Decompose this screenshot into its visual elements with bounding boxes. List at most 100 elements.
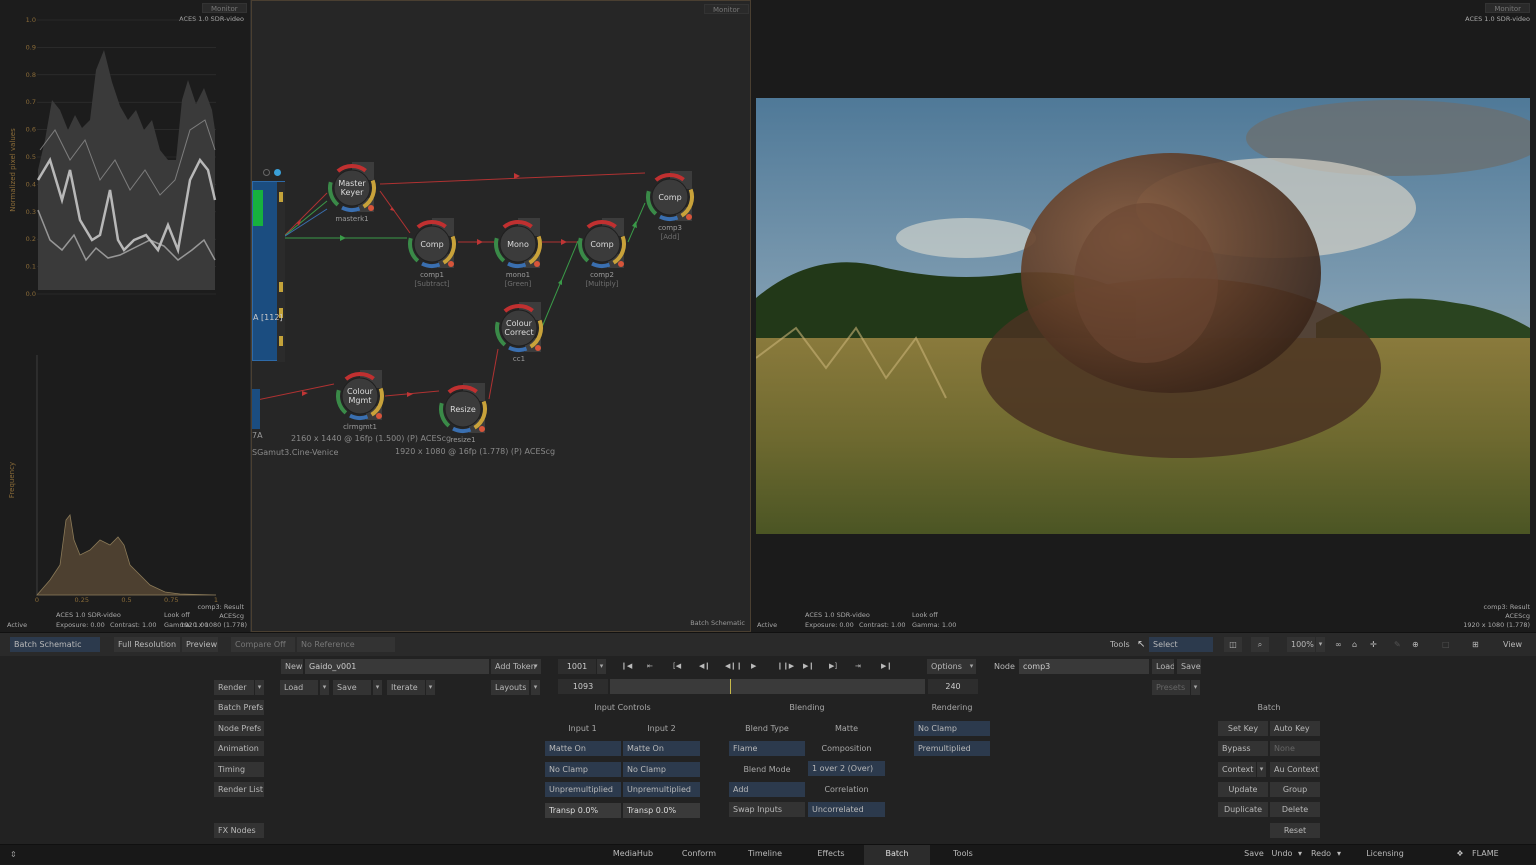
tab-conform[interactable]: Conform xyxy=(666,845,732,865)
set-key-button[interactable]: Set Key xyxy=(1218,721,1268,736)
split-view-icon[interactable]: ◫ xyxy=(1224,637,1242,652)
input1-matte-on[interactable]: Matte On xyxy=(545,741,621,756)
view-menu[interactable]: View xyxy=(1499,637,1526,652)
menu-animation[interactable]: Animation xyxy=(214,741,264,756)
batch-schematic[interactable]: Monitor A [112] 7A SGamut3.Cine-Venice 2… xyxy=(251,0,751,632)
redo-dropdown-icon[interactable]: ▾ xyxy=(1335,845,1343,865)
delete-button[interactable]: Delete xyxy=(1270,802,1320,817)
blend-mode-add[interactable]: Add xyxy=(729,782,805,797)
clip-node[interactable]: A [112] xyxy=(252,181,285,362)
node-cc1[interactable]: Colour Correct xyxy=(493,302,545,354)
layer-icon[interactable]: □ xyxy=(1438,637,1454,652)
compare-button[interactable]: Compare Off xyxy=(231,637,295,652)
presets-button[interactable]: Presets xyxy=(1152,680,1190,695)
tab-timeline[interactable]: Timeline xyxy=(732,845,798,865)
pen-icon[interactable]: ✎ xyxy=(1390,637,1405,652)
zoom-field[interactable]: 100% xyxy=(1287,637,1315,652)
pan-icon[interactable]: ✛ xyxy=(1366,637,1381,652)
node-clrmgmt1[interactable]: Colour Mgmt xyxy=(334,370,386,422)
zoom-dropdown-icon[interactable]: ▾ xyxy=(1316,637,1325,652)
menu-render-list[interactable]: Render List xyxy=(214,782,264,797)
render-button[interactable]: Render xyxy=(214,680,254,695)
select-tool[interactable]: Select xyxy=(1149,637,1213,652)
node-masterk1[interactable]: Master Keyer xyxy=(326,162,378,214)
menu-node-prefs[interactable]: Node Prefs xyxy=(214,720,264,736)
step-back-icon[interactable]: ◀❙ xyxy=(695,659,714,674)
step-forward-icon[interactable]: ▶❙ xyxy=(799,659,818,674)
layouts-button[interactable]: Layouts xyxy=(491,680,529,695)
play-forward-icon[interactable]: ❙❙▶ xyxy=(773,659,798,674)
iterate-dropdown-icon[interactable]: ▾ xyxy=(426,680,435,695)
composition-over[interactable]: 1 over 2 (Over) xyxy=(808,761,885,776)
licensing-button[interactable]: Licensing xyxy=(1366,845,1404,865)
swap-inputs-button[interactable]: Swap Inputs xyxy=(729,802,805,817)
tab-mediahub[interactable]: MediaHub xyxy=(600,845,666,865)
viewer-monitor-selector[interactable]: Monitor xyxy=(1485,3,1530,13)
reset-button[interactable]: Reset xyxy=(1270,823,1320,838)
node-name-field[interactable]: comp3 xyxy=(1019,659,1149,674)
tab-batch[interactable]: Batch xyxy=(864,845,930,865)
node-comp3[interactable]: Comp xyxy=(644,171,696,223)
input1-unpremultiplied[interactable]: Unpremultiplied xyxy=(545,782,621,797)
update-button[interactable]: Update xyxy=(1218,782,1268,797)
search-icon[interactable]: ⌕ xyxy=(1251,637,1269,652)
auto-key-button[interactable]: Auto Key xyxy=(1270,721,1320,736)
home-icon[interactable]: ⌂ xyxy=(1348,637,1361,652)
timeline-scrubber[interactable] xyxy=(610,679,925,694)
context-dropdown-icon[interactable]: ▾ xyxy=(1257,762,1266,777)
in-point-icon[interactable]: [◀ xyxy=(669,659,685,674)
presets-dropdown-icon[interactable]: ▾ xyxy=(1191,680,1200,695)
out-point-icon[interactable]: ▶] xyxy=(825,659,841,674)
undo-button[interactable]: Undo xyxy=(1270,845,1294,865)
bypass-value[interactable]: None xyxy=(1270,741,1320,756)
input2-transp-0-0-[interactable]: Transp 0.0% xyxy=(623,802,700,818)
save-tab-button[interactable]: Save xyxy=(1243,845,1265,865)
menu-batch-prefs[interactable]: Batch Prefs xyxy=(214,700,264,715)
play-back-icon[interactable]: ◀❙❙ xyxy=(721,659,746,674)
first-frame-icon[interactable]: ❙◀ xyxy=(617,659,636,674)
context-button[interactable]: Context xyxy=(1218,762,1256,777)
preview-button[interactable]: Preview xyxy=(182,637,218,652)
link-icon[interactable]: ∞ xyxy=(1331,637,1346,652)
new-setup-button[interactable]: New xyxy=(281,659,303,674)
view-mode-batch-schematic[interactable]: Batch Schematic xyxy=(10,637,100,652)
tab-tools[interactable]: Tools xyxy=(930,845,996,865)
premultiplied-toggle[interactable]: Premultiplied xyxy=(914,741,990,756)
frame-dropdown-icon[interactable]: ▾ xyxy=(597,659,606,674)
node-save-button[interactable]: Save xyxy=(1177,659,1201,674)
fx-nodes-button[interactable]: FX Nodes xyxy=(214,823,264,838)
blend-type-flame[interactable]: Flame xyxy=(729,741,805,756)
play-icon[interactable]: ▶ xyxy=(747,659,760,674)
layouts-dropdown-icon[interactable]: ▾ xyxy=(531,680,540,695)
undo-dropdown-icon[interactable]: ▾ xyxy=(1296,845,1304,865)
expand-icon[interactable]: ⇕ xyxy=(10,850,17,859)
redo-button[interactable]: Redo xyxy=(1310,845,1332,865)
input2-no-clamp[interactable]: No Clamp xyxy=(623,761,700,777)
input2-unpremultiplied[interactable]: Unpremultiplied xyxy=(623,782,700,797)
node-comp1[interactable]: Comp xyxy=(406,218,458,270)
full-resolution-button[interactable]: Full Resolution xyxy=(114,637,180,652)
node-resize1[interactable]: Resize xyxy=(437,383,489,435)
setup-name-field[interactable]: Gaido_v001 xyxy=(305,659,489,674)
last-frame-icon[interactable]: ▶❙ xyxy=(877,659,896,674)
load-dropdown-icon[interactable]: ▾ xyxy=(320,680,329,695)
duplicate-button[interactable]: Duplicate xyxy=(1218,802,1268,817)
clip-node-2[interactable] xyxy=(252,389,260,429)
prev-key-icon[interactable]: ⇤ xyxy=(643,659,657,674)
node-load-button[interactable]: Load xyxy=(1152,659,1174,674)
end-frame-field[interactable]: 240 xyxy=(928,679,978,694)
node-mono1[interactable]: Mono xyxy=(492,218,544,270)
menu-timing[interactable]: Timing xyxy=(214,761,264,777)
options-button[interactable]: Options xyxy=(927,659,967,674)
save-dropdown-icon[interactable]: ▾ xyxy=(373,680,382,695)
target-icon[interactable]: ⊕ xyxy=(1408,637,1423,652)
next-key-icon[interactable]: ⇥ xyxy=(851,659,865,674)
no-clamp-toggle[interactable]: No Clamp xyxy=(914,721,990,736)
input1-no-clamp[interactable]: No Clamp xyxy=(545,761,621,777)
load-button[interactable]: Load xyxy=(280,680,318,695)
iterate-button[interactable]: Iterate xyxy=(387,680,425,695)
bypass-button[interactable]: Bypass xyxy=(1218,741,1268,756)
playhead[interactable] xyxy=(730,679,731,694)
tab-effects[interactable]: Effects xyxy=(798,845,864,865)
input1-transp-0-0-[interactable]: Transp 0.0% xyxy=(545,802,621,818)
